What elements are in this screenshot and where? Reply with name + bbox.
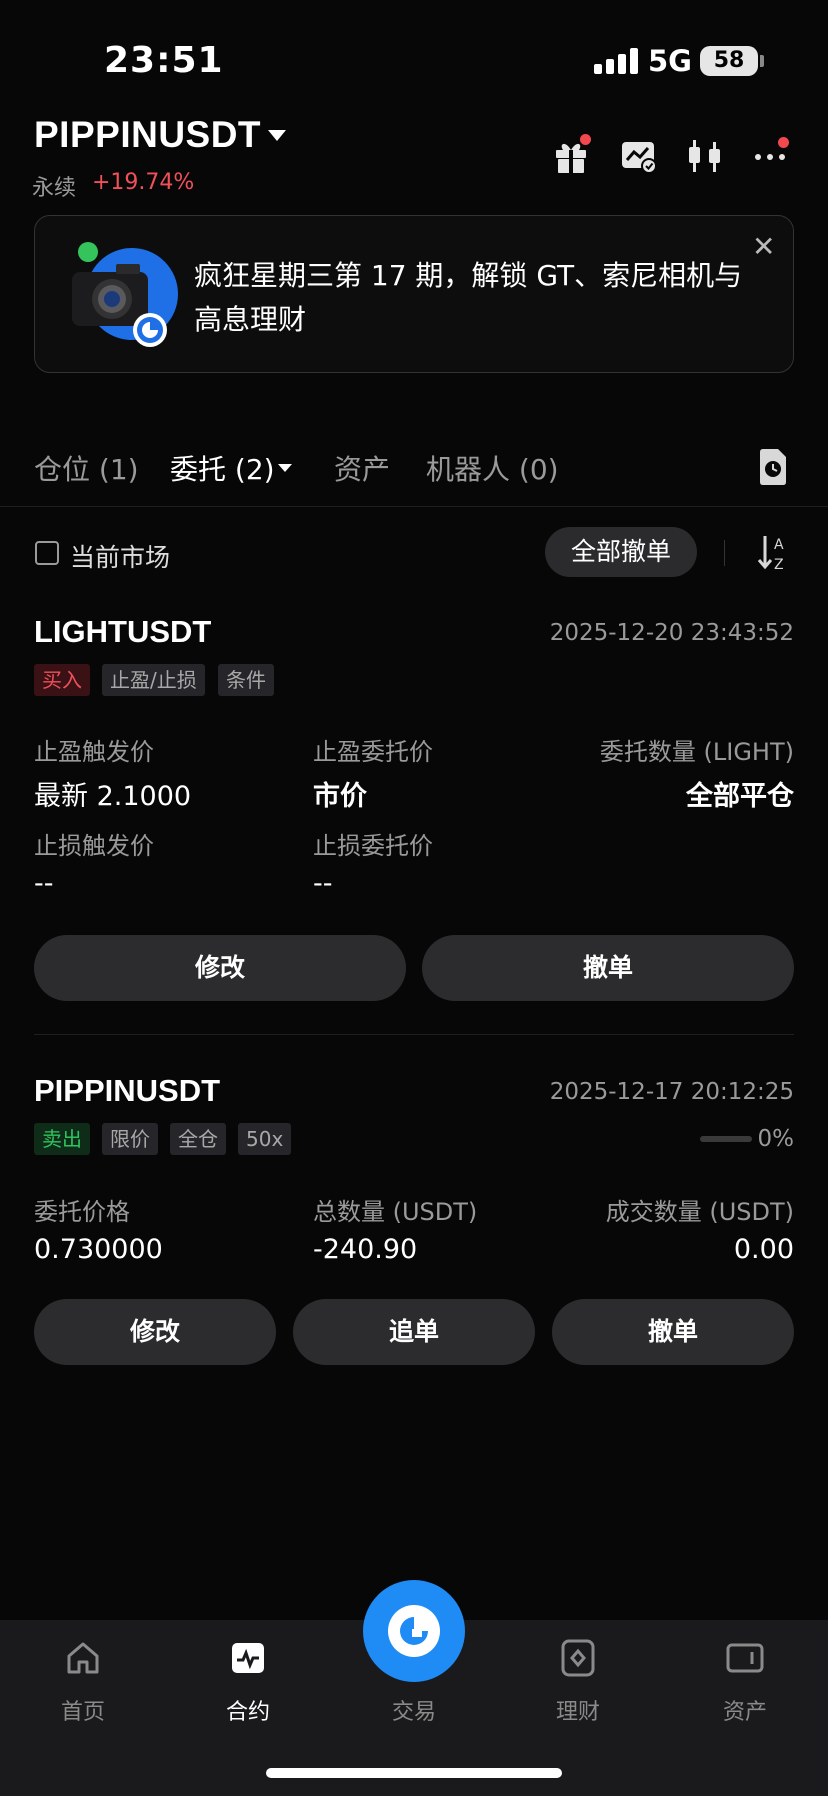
fill-progress-bar bbox=[700, 1136, 752, 1142]
more-icon[interactable] bbox=[752, 136, 792, 176]
banner-text[interactable]: 疯狂星期三第 17 期，解锁 GT、索尼相机与高息理财 bbox=[194, 254, 754, 342]
nav-label: 理财 bbox=[555, 1700, 600, 1725]
cancel-all-button[interactable]: 全部撤单 bbox=[545, 527, 697, 577]
type-tag: 限价 bbox=[102, 1123, 158, 1155]
tabs-divider bbox=[0, 506, 828, 507]
contract-type: 永续 bbox=[32, 176, 77, 201]
battery-tip bbox=[760, 55, 764, 67]
chase-order-button[interactable]: 追单 bbox=[293, 1299, 535, 1365]
chart-check-icon[interactable] bbox=[619, 136, 659, 176]
order-time: 2025-12-20 23:43:52 bbox=[549, 620, 794, 646]
order-time: 2025-12-17 20:12:25 bbox=[549, 1079, 794, 1105]
margin-tag: 全仓 bbox=[170, 1123, 226, 1155]
field-value: -- bbox=[34, 868, 54, 899]
price-change: +19.74% bbox=[92, 170, 195, 195]
field-label: 止盈触发价 bbox=[34, 738, 154, 766]
field-label: 总数量 (USDT) bbox=[313, 1198, 478, 1226]
filter-separator bbox=[724, 540, 725, 566]
nav-label: 交易 bbox=[391, 1700, 436, 1725]
status-time: 23:51 bbox=[104, 40, 224, 81]
field-value: 全部平仓 bbox=[686, 781, 794, 812]
field-value: 最新 2.1000 bbox=[34, 781, 192, 812]
field-label: 成交数量 (USDT) bbox=[605, 1198, 794, 1226]
modify-button[interactable]: 修改 bbox=[34, 1299, 276, 1365]
network-type: 5G bbox=[648, 44, 692, 78]
tab-positions[interactable]: 仓位 (1) bbox=[34, 448, 139, 488]
history-icon[interactable] bbox=[756, 448, 790, 486]
close-icon[interactable]: ✕ bbox=[752, 230, 775, 263]
field-value: 0.730000 bbox=[34, 1234, 163, 1265]
order-symbol[interactable]: LIGHTUSDT bbox=[34, 614, 211, 650]
wallet-icon bbox=[726, 1643, 764, 1673]
finance-icon bbox=[561, 1639, 595, 1677]
camera-promo-icon bbox=[66, 238, 178, 350]
symbol-dropdown-icon[interactable] bbox=[268, 130, 286, 141]
contract-icon bbox=[232, 1643, 264, 1673]
tab-assets[interactable]: 资产 bbox=[334, 448, 390, 488]
current-market-checkbox[interactable] bbox=[35, 541, 59, 565]
side-tag: 卖出 bbox=[34, 1123, 90, 1155]
symbol-title[interactable]: PIPPINUSDT bbox=[34, 114, 261, 156]
nav-label: 首页 bbox=[60, 1700, 105, 1725]
field-value: -- bbox=[313, 868, 333, 899]
field-label: 止盈委托价 bbox=[313, 738, 433, 766]
current-market-label: 当前市场 bbox=[70, 543, 171, 572]
nav-label: 资产 bbox=[722, 1700, 767, 1725]
signal-icon bbox=[594, 48, 638, 74]
cancel-order-button[interactable]: 撤单 bbox=[422, 935, 794, 1001]
trade-logo-icon bbox=[388, 1605, 440, 1657]
home-indicator bbox=[266, 1768, 562, 1778]
candlestick-icon[interactable] bbox=[686, 136, 726, 176]
field-label: 委托数量 (LIGHT) bbox=[599, 738, 794, 766]
fill-progress-label: 0% bbox=[757, 1126, 795, 1152]
tab-orders[interactable]: 委托 (2) bbox=[170, 448, 275, 488]
cancel-order-button[interactable]: 撤单 bbox=[552, 1299, 794, 1365]
field-label: 止损委托价 bbox=[313, 832, 433, 860]
sort-az-icon[interactable]: AZ bbox=[756, 532, 790, 573]
nav-label: 合约 bbox=[225, 1700, 270, 1725]
chevron-down-icon[interactable] bbox=[278, 464, 292, 472]
leverage-tag: 50x bbox=[238, 1123, 292, 1155]
order-symbol[interactable]: PIPPINUSDT bbox=[34, 1073, 220, 1109]
svg-text:A: A bbox=[774, 537, 784, 553]
field-value: 0.00 bbox=[733, 1234, 794, 1265]
svg-text:Z: Z bbox=[774, 557, 784, 572]
order-divider bbox=[34, 1034, 794, 1035]
field-value: 市价 bbox=[313, 781, 367, 812]
trade-button[interactable] bbox=[363, 1580, 465, 1682]
battery-icon: 58 bbox=[700, 46, 758, 76]
modify-button[interactable]: 修改 bbox=[34, 935, 406, 1001]
tab-bots[interactable]: 机器人 (0) bbox=[426, 448, 559, 488]
type-tag: 止盈/止损 bbox=[102, 664, 205, 696]
field-value: -240.90 bbox=[313, 1234, 418, 1265]
condition-tag: 条件 bbox=[218, 664, 274, 696]
field-label: 止损触发价 bbox=[34, 832, 154, 860]
gift-icon[interactable] bbox=[551, 134, 591, 176]
home-icon bbox=[67, 1642, 99, 1674]
field-label: 委托价格 bbox=[34, 1198, 130, 1226]
side-tag: 买入 bbox=[34, 664, 90, 696]
